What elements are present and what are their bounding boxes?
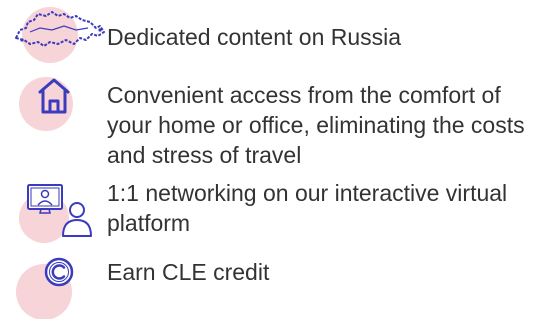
russia-map-icon	[0, 0, 110, 63]
feature-text: Dedicated content on Russia	[107, 24, 402, 50]
copyright-icon	[0, 248, 110, 319]
feature-text: Earn CLE credit	[107, 259, 270, 285]
feature-text: 1:1 networking on our interactive virtua…	[107, 180, 508, 236]
home-icon	[0, 70, 110, 131]
virtual-networking-icon	[0, 180, 110, 243]
feature-text: Convenient access from the comfort of yo…	[107, 82, 525, 168]
